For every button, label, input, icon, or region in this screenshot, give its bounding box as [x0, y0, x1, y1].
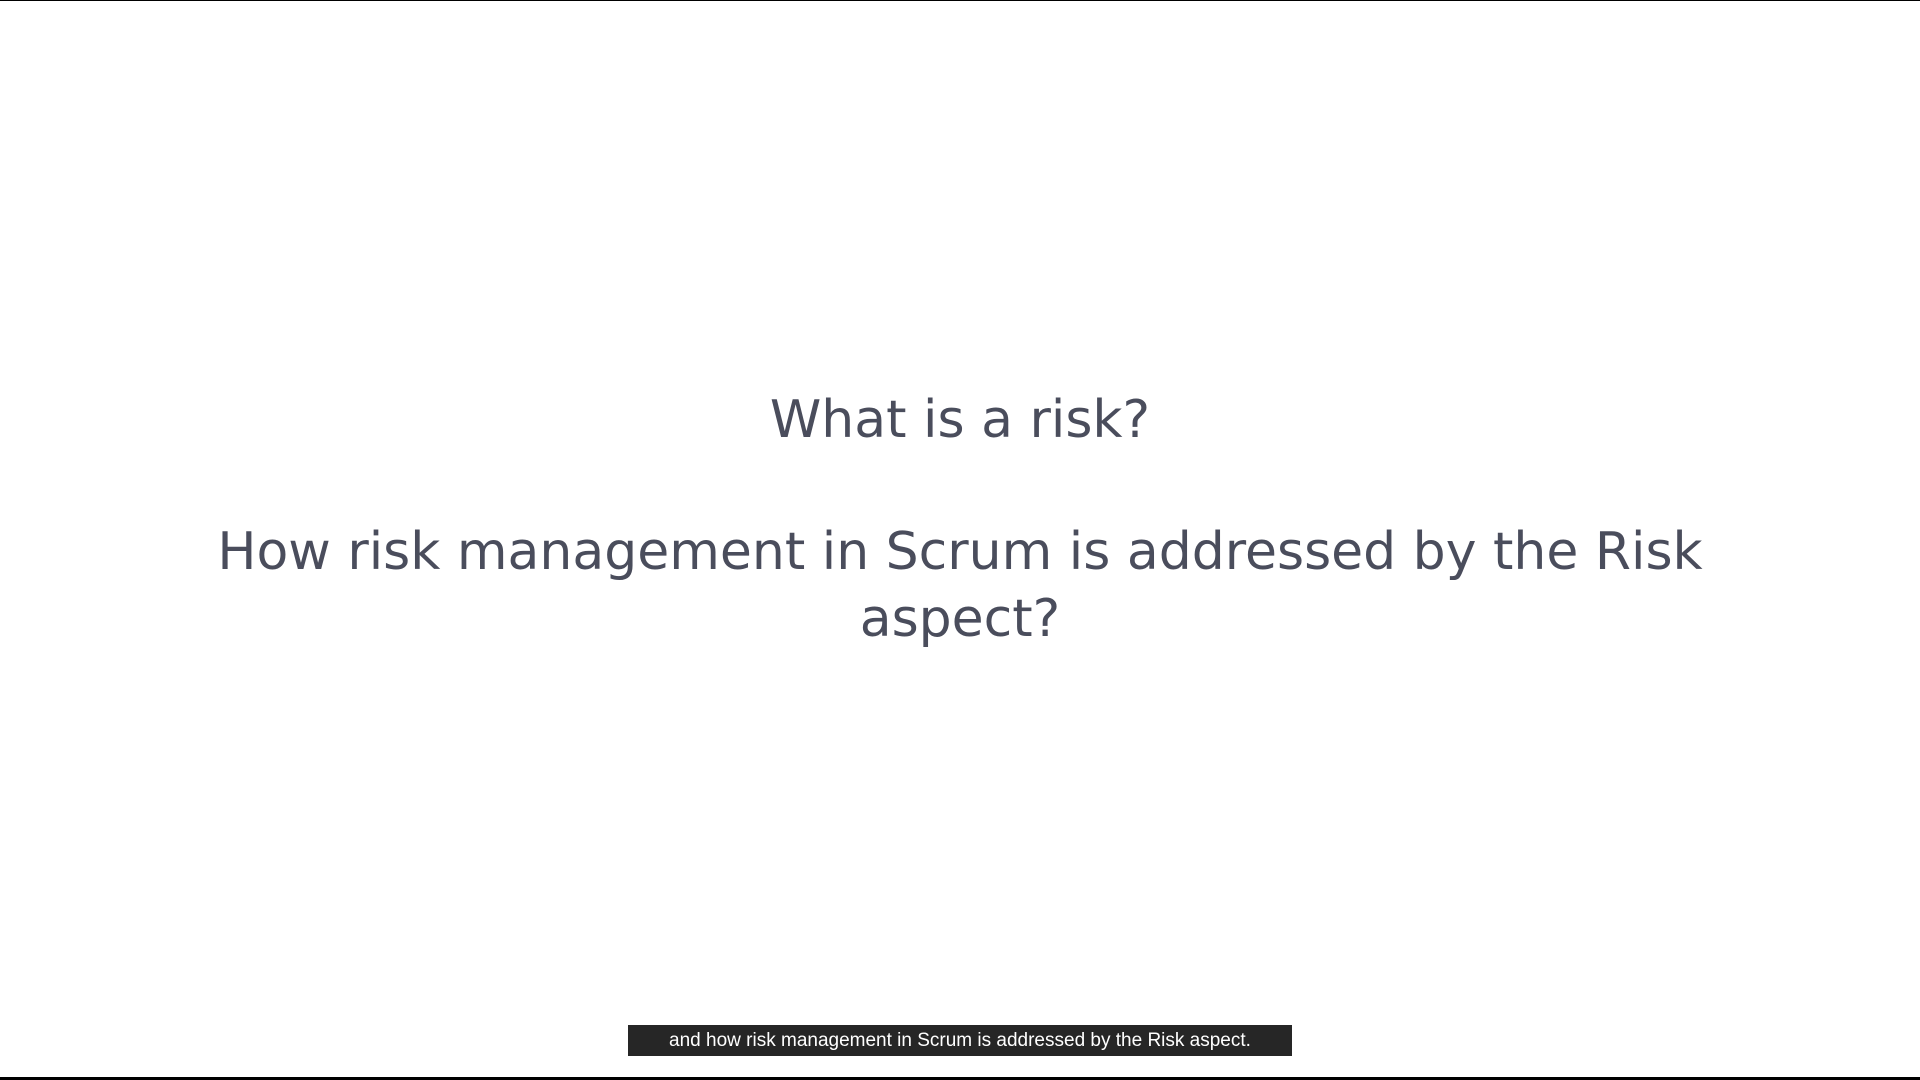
video-frame: What is a risk? How risk management in S… — [0, 1, 1920, 1077]
subtitle-caption: and how risk management in Scrum is addr… — [628, 1025, 1292, 1056]
slide-question-risk-management: How risk management in Scrum is addresse… — [217, 522, 1703, 649]
slide-question-what-is-risk: What is a risk? — [769, 390, 1151, 450]
